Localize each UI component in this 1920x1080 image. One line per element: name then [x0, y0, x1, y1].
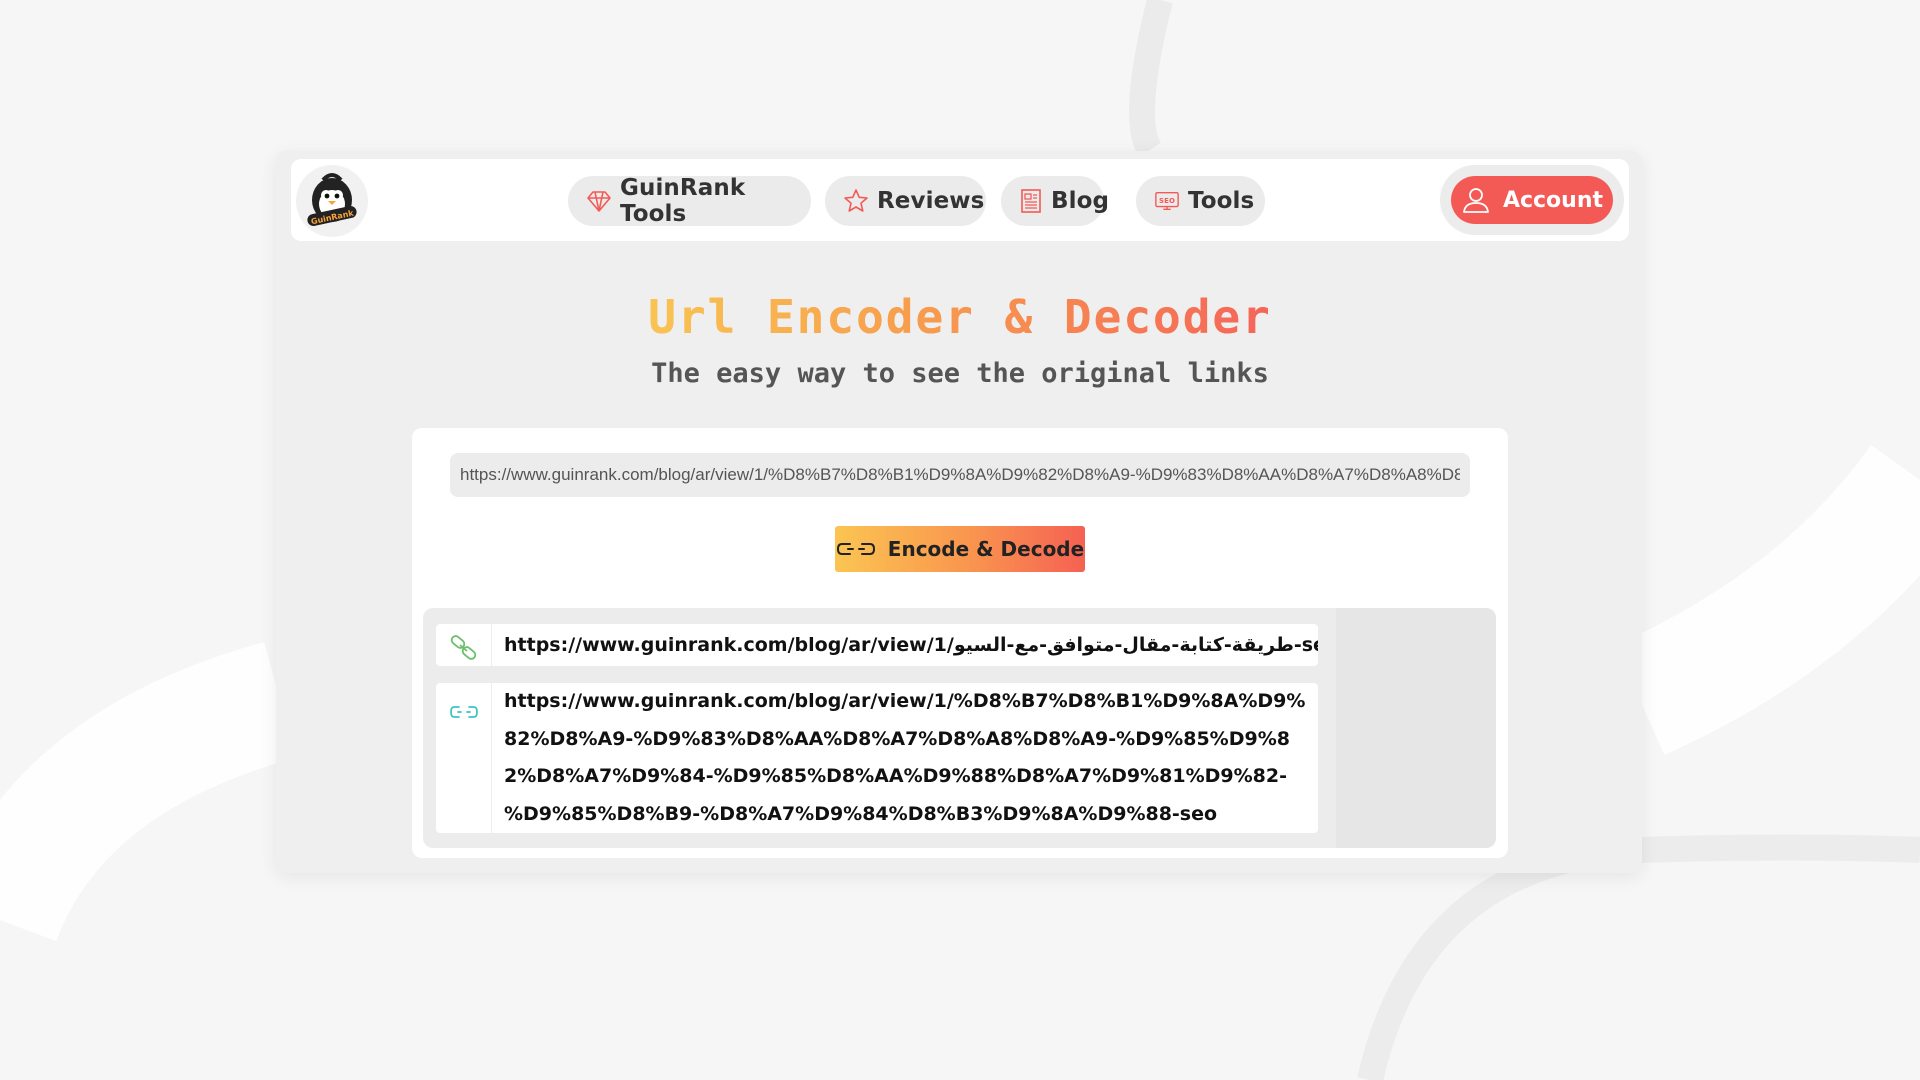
- user-icon: [1461, 185, 1491, 215]
- encode-decode-label: Encode & Decode: [887, 537, 1085, 561]
- broken-link-icon: [449, 706, 478, 718]
- encoded-result-row[interactable]: https://www.guinrank.com/blog/ar/view/1/…: [436, 683, 1318, 833]
- url-input[interactable]: [450, 453, 1470, 497]
- results-sidebar: [1336, 608, 1496, 848]
- nav-reviews[interactable]: Reviews: [825, 176, 986, 226]
- link-icon: [836, 539, 876, 559]
- decoded-icon-cell: [436, 624, 492, 666]
- nav-guinrank-tools-label: GuinRank Tools: [620, 175, 746, 227]
- star-icon: [843, 188, 869, 214]
- diamond-icon: [586, 188, 612, 214]
- encoded-url: https://www.guinrank.com/blog/ar/view/1/…: [504, 690, 1306, 825]
- decoded-url: https://www.guinrank.com/blog/ar/view/1/…: [504, 634, 1318, 656]
- encoded-icon-cell: [436, 683, 492, 833]
- nav-blog[interactable]: Blog: [1001, 176, 1109, 226]
- svg-text:SEO: SEO: [1159, 197, 1175, 205]
- nav-reviews-label: Reviews: [877, 188, 985, 214]
- nav-tools[interactable]: SEO Tools: [1136, 176, 1265, 226]
- encode-decode-button[interactable]: Encode & Decode: [835, 526, 1085, 572]
- nav-tools-label: Tools: [1188, 188, 1255, 214]
- nav-blog-label: Blog: [1051, 188, 1110, 214]
- newspaper-icon: [1019, 188, 1043, 214]
- penguin-logo-icon: GuinRank: [307, 173, 357, 226]
- account-label: Account: [1502, 187, 1604, 213]
- site-logo[interactable]: GuinRank: [296, 165, 368, 237]
- seo-icon: SEO: [1154, 188, 1180, 214]
- nav-guinrank-tools[interactable]: GuinRank Tools: [568, 175, 811, 227]
- account-button[interactable]: Account: [1451, 176, 1613, 224]
- chain-link-icon: [450, 635, 476, 660]
- page-subtitle: The easy way to see the original links: [651, 358, 1269, 389]
- page-title: Url Encoder & Decoder: [0, 290, 1920, 344]
- decoded-result-row[interactable]: https://www.guinrank.com/blog/ar/view/1/…: [436, 624, 1318, 666]
